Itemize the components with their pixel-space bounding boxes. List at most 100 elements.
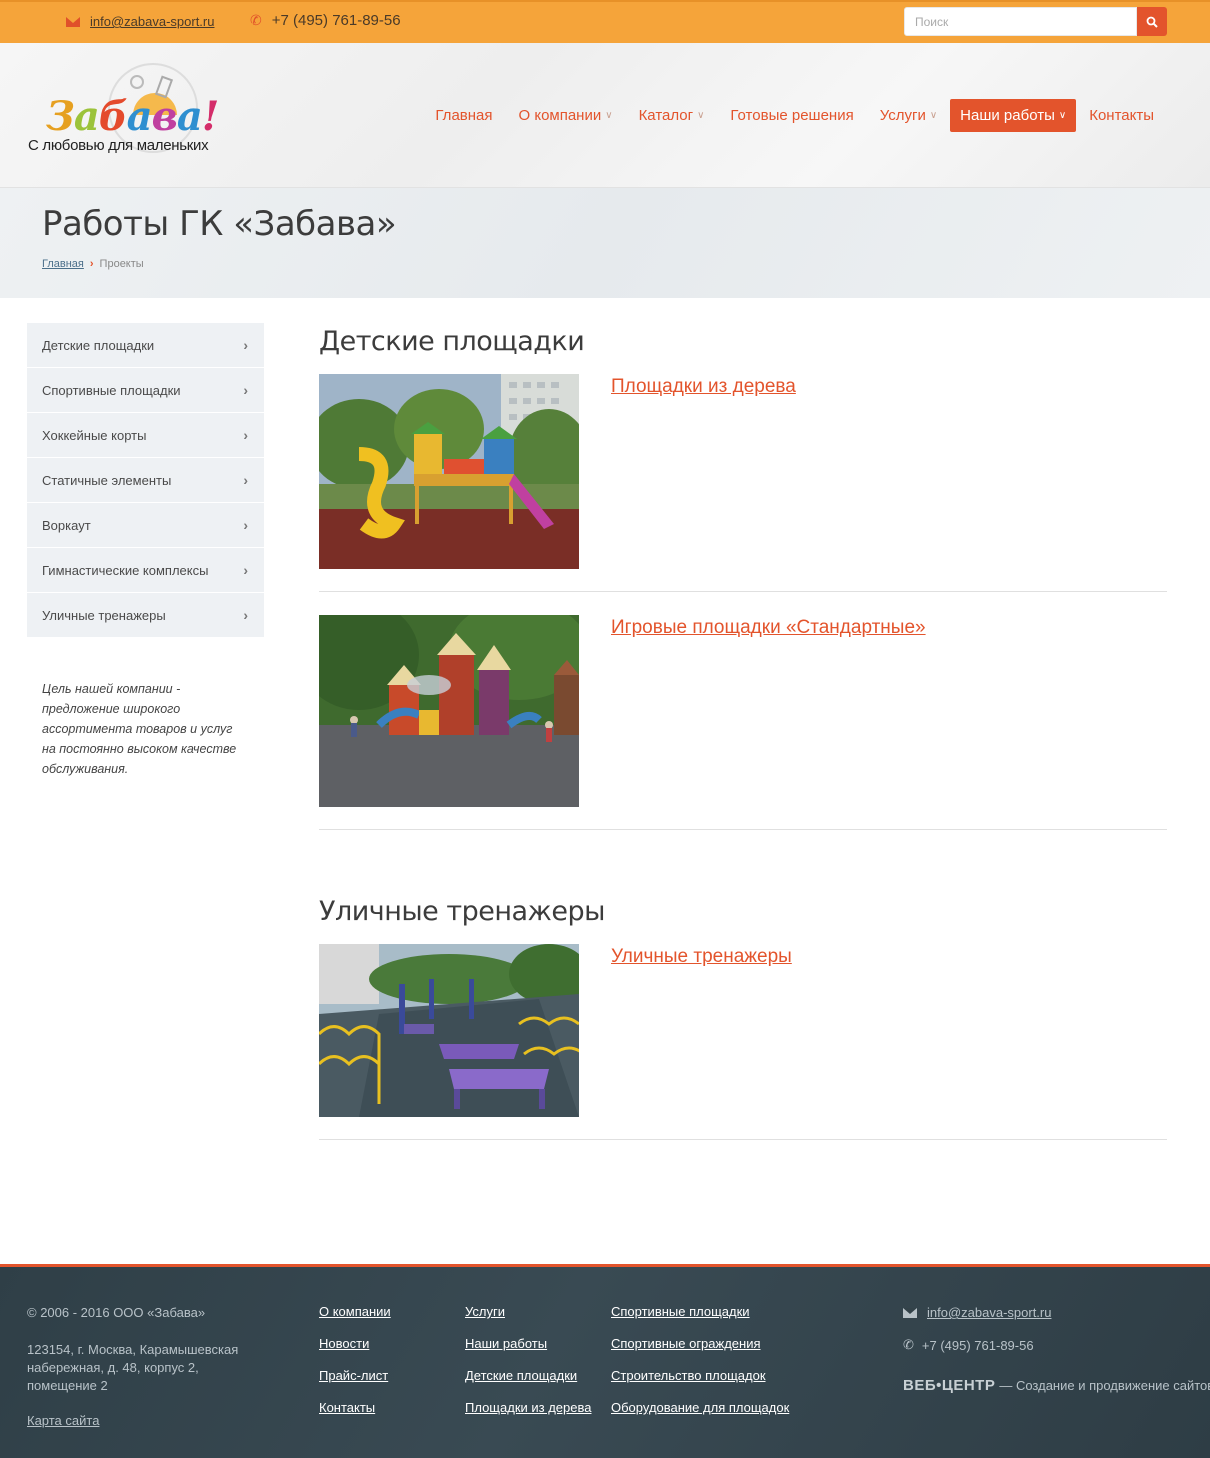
page-title-band: Работы ГК «Забава» Главная › Проекты xyxy=(0,188,1210,298)
footer-link[interactable]: Оборудование для площадок xyxy=(611,1399,789,1417)
phone-icon: ✆ xyxy=(250,12,262,28)
footer-developer[interactable]: ВЕБ•ЦЕНТР — Создание и продвижение сайто… xyxy=(903,1377,1210,1394)
breadcrumb-home[interactable]: Главная xyxy=(42,258,84,270)
nav-item-label: Наши работы xyxy=(960,107,1055,124)
breadcrumb: Главная › Проекты xyxy=(42,258,144,270)
footer-address: 123154, г. Москва, Карамышевская набереж… xyxy=(27,1342,239,1393)
chevron-down-icon: ∨ xyxy=(929,110,938,121)
nav-item-0[interactable]: Главная xyxy=(422,100,505,131)
footer-link[interactable]: Детские площадки xyxy=(465,1367,591,1385)
breadcrumb-chevron-icon: › xyxy=(89,258,94,270)
logo-tagline: С любовью для маленьких xyxy=(28,137,209,154)
footer-link[interactable]: Новости xyxy=(319,1335,391,1353)
project-link-trainers[interactable]: Уличные тренажеры xyxy=(611,946,792,968)
footer-link[interactable]: Контакты xyxy=(319,1399,391,1417)
breadcrumb-current: Проекты xyxy=(99,258,144,270)
sidebar-item-label: Гимнастические комплексы xyxy=(42,562,209,578)
nav-item-1[interactable]: О компании ∨ xyxy=(506,100,626,131)
nav-item-5[interactable]: Наши работы ∨ xyxy=(950,99,1077,132)
sidebar-item[interactable]: Спортивные площадки › xyxy=(27,368,264,412)
nav-item-label: Готовые решения xyxy=(730,107,854,124)
nav-item-label: Каталог xyxy=(638,107,694,124)
sidebar-item-label: Спортивные площадки xyxy=(42,382,181,398)
search-form xyxy=(904,7,1167,36)
nav-item-label: О компании xyxy=(518,107,602,124)
envelope-icon xyxy=(66,16,80,27)
logo-word: Забава! xyxy=(46,93,219,140)
footer-links-col3: Спортивные площадки Спортивные ограждения… xyxy=(611,1303,789,1431)
footer-link[interactable]: Спортивные ограждения xyxy=(611,1335,789,1353)
chevron-right-icon: › xyxy=(243,337,248,353)
chevron-right-icon: › xyxy=(243,472,248,488)
project-item: Игровые площадки «Стандартные» xyxy=(319,615,1167,830)
nav-item-6[interactable]: Контакты xyxy=(1076,100,1167,131)
sidebar-item[interactable]: Статичные элементы › xyxy=(27,458,264,502)
search-button[interactable] xyxy=(1137,7,1167,36)
sidebar-item-label: Воркаут xyxy=(42,517,91,533)
nav-item-2[interactable]: Каталог ∨ xyxy=(626,100,718,131)
chevron-right-icon: › xyxy=(243,382,248,398)
top-phone-number[interactable]: +7 (495) 761-89-56 xyxy=(272,12,401,29)
envelope-icon xyxy=(903,1307,917,1318)
sidebar-item[interactable]: Воркаут › xyxy=(27,503,264,547)
sidebar: Детские площадки › Спортивные площадки › Хок… xyxy=(27,323,264,779)
project-thumbnail-trainers[interactable] xyxy=(319,944,579,1117)
header: Забава! С любовью для маленьких Главная О… xyxy=(0,43,1210,188)
logo[interactable]: Забава! С любовью для маленьких xyxy=(28,55,219,175)
sidebar-item-label: Детские площадки xyxy=(42,337,155,353)
search-icon xyxy=(1146,16,1158,28)
sidebar-item-label: Уличные тренажеры xyxy=(42,607,166,623)
chevron-down-icon: ∨ xyxy=(605,110,613,121)
chevron-right-icon: › xyxy=(243,427,248,443)
footer-links-col1: О компании Новости Прайс-лист Контакты xyxy=(319,1303,391,1431)
project-thumbnail-wooden[interactable] xyxy=(319,374,579,569)
nav-item-4[interactable]: Услуги ∨ xyxy=(867,100,950,131)
nav-item-label: Контакты xyxy=(1089,107,1154,124)
project-item: Уличные тренажеры xyxy=(319,944,1167,1140)
footer-link[interactable]: Строительство площадок xyxy=(611,1367,789,1385)
developer-text: — Создание и продвижение сайтов xyxy=(999,1378,1210,1393)
project-link-wooden[interactable]: Площадки из дерева xyxy=(611,376,796,398)
project-thumbnail-standard[interactable] xyxy=(319,615,579,807)
nav-item-label: Услуги xyxy=(879,107,926,124)
project-link-standard[interactable]: Игровые площадки «Стандартные» xyxy=(611,617,926,639)
nav-item-label: Главная xyxy=(435,107,493,124)
section-title-outdoor-trainers: Уличные тренажеры xyxy=(319,896,605,927)
section-title-playgrounds: Детские площадки xyxy=(319,326,585,357)
nav-item-3[interactable]: Готовые решения xyxy=(717,100,866,131)
chevron-right-icon: › xyxy=(243,607,248,623)
footer-link[interactable]: Спортивные площадки xyxy=(611,1303,789,1321)
chevron-down-icon: ∨ xyxy=(697,110,705,121)
sidebar-item[interactable]: Хоккейные корты › xyxy=(27,413,264,457)
footer-link[interactable]: Площадки из дерева xyxy=(465,1399,591,1417)
photo-outdoor-trainers xyxy=(319,944,579,1117)
footer-links-col2: Услуги Наши работы Детские площадки Площадк… xyxy=(465,1303,591,1431)
top-email-link[interactable]: info@zabava-sport.ru xyxy=(90,14,214,29)
sidebar-item[interactable]: Гимнастические комплексы › xyxy=(27,548,264,592)
footer: © 2006 - 2016 ООО «Забава» 123154, г. Мо… xyxy=(0,1264,1210,1458)
sidebar-item[interactable]: Уличные тренажеры › xyxy=(27,593,264,637)
project-item: Площадки из дерева xyxy=(319,374,1167,592)
page-title: Работы ГК «Забава» xyxy=(42,204,397,244)
footer-email-link[interactable]: info@zabava-sport.ru xyxy=(927,1305,1051,1320)
footer-sitemap-link[interactable]: Карта сайта xyxy=(27,1413,99,1428)
footer-email: info@zabava-sport.ru xyxy=(903,1305,1051,1320)
chevron-right-icon: › xyxy=(243,517,248,533)
main-nav: Главная О компании ∨ Каталог ∨ Готовые решени… xyxy=(422,99,1167,132)
footer-link[interactable]: О компании xyxy=(319,1303,391,1321)
sidebar-quote: Цель нашей компании - предложение широко… xyxy=(42,682,237,776)
footer-link[interactable]: Наши работы xyxy=(465,1335,591,1353)
search-input[interactable] xyxy=(904,7,1137,36)
chevron-down-icon: ∨ xyxy=(1058,110,1067,121)
developer-logo: ВЕБ•ЦЕНТР xyxy=(903,1377,996,1394)
sidebar-item-label: Хоккейные корты xyxy=(42,427,147,443)
footer-link[interactable]: Услуги xyxy=(465,1303,591,1321)
top-email: info@zabava-sport.ru xyxy=(66,14,214,29)
footer-link[interactable]: Прайс-лист xyxy=(319,1367,391,1385)
top-phone: ✆ +7 (495) 761-89-56 xyxy=(250,12,401,29)
footer-phone-number: +7 (495) 761-89-56 xyxy=(921,1337,1034,1353)
chevron-right-icon: › xyxy=(243,562,248,578)
photo-standard-playground xyxy=(319,615,579,807)
sidebar-item[interactable]: Детские площадки › xyxy=(27,323,264,367)
top-bar: info@zabava-sport.ru ✆ +7 (495) 761-89-5… xyxy=(0,0,1210,43)
